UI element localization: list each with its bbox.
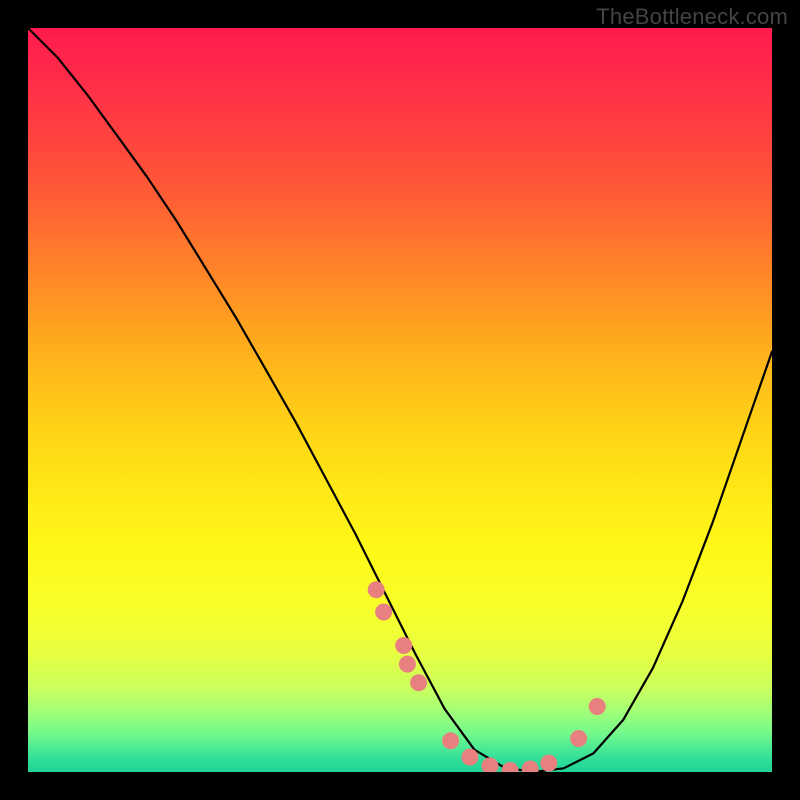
chart-svg xyxy=(28,28,772,772)
data-dot xyxy=(570,730,587,747)
dots-group xyxy=(368,581,606,772)
data-dot xyxy=(461,749,478,766)
data-dot xyxy=(540,755,557,772)
data-dot xyxy=(589,698,606,715)
data-dot xyxy=(375,604,392,621)
data-dot xyxy=(410,674,427,691)
plot-area xyxy=(28,28,772,772)
chart-frame: TheBottleneck.com xyxy=(0,0,800,800)
data-dot xyxy=(442,732,459,749)
data-dot xyxy=(482,758,499,773)
data-dot xyxy=(399,656,416,673)
data-dot xyxy=(395,637,412,654)
data-dot xyxy=(502,762,519,772)
data-dot xyxy=(368,581,385,598)
data-dot xyxy=(522,761,539,773)
watermark-text: TheBottleneck.com xyxy=(596,4,788,30)
